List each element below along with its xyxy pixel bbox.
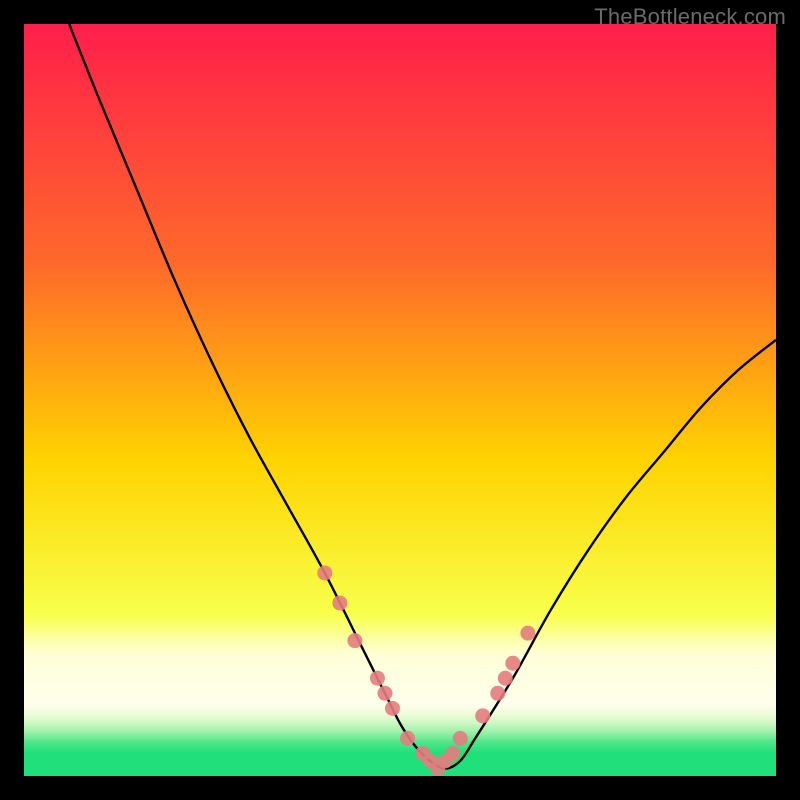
chart-plot-area: [24, 24, 776, 776]
watermark-text: TheBottleneck.com: [594, 4, 786, 30]
chart-background-gradient: [24, 24, 776, 776]
